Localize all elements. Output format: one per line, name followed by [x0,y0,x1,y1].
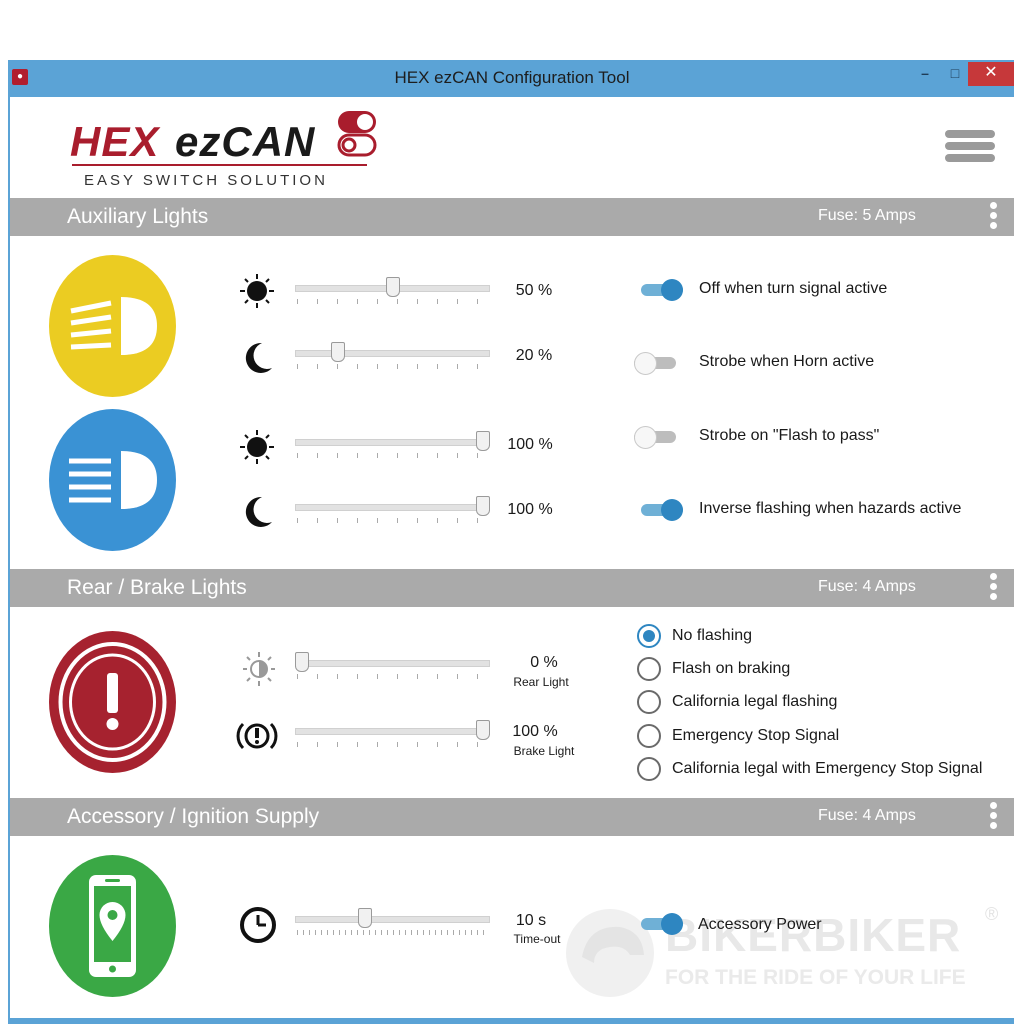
aux-light-2-icon [49,409,176,551]
half-sun-icon [243,652,275,686]
window-title: HEX ezCAN Configuration Tool [394,68,630,87]
warning-exclamation-icon [58,642,167,762]
watermark-registered: ® [985,904,999,924]
option-label: Inverse flashing when hazards active [699,500,962,517]
aux1-day-value: 50 % [515,282,553,299]
slider-thumb[interactable] [476,496,490,516]
fuse-label: Fuse: 4 Amps [818,807,916,824]
sun-icon [240,274,274,308]
logo-ezcan-text: ezCAN [175,118,316,165]
accessory-icon [49,855,176,997]
more-options-icon[interactable] [990,202,998,232]
option-label: Strobe on "Flash to pass" [699,427,880,444]
maximize-button[interactable]: □ [940,62,970,86]
section-title: Accessory / Ignition Supply [67,805,320,828]
aux2-night-value: 100 % [507,501,553,518]
radio-california-legal[interactable] [637,690,661,714]
radio-label: California legal with Emergency Stop Sig… [672,760,983,777]
aux1-night-value: 20 % [515,347,553,364]
more-options-icon[interactable] [990,802,998,832]
aux2-day-value: 100 % [507,436,553,453]
rear-light-label: Rear Light [513,675,569,689]
radio-label: No flashing [672,627,753,644]
slider-thumb[interactable] [385,277,400,297]
toggle-turn-signal[interactable] [641,279,683,301]
section-bar-accessory: Accessory / Ignition Supply Fuse: 4 Amps [10,798,1014,836]
radio-label: Flash on braking [672,660,791,677]
slider-thumb[interactable] [331,342,346,362]
logo-hex-text: HEX [70,118,160,165]
fuse-label: Fuse: 4 Amps [818,578,916,595]
timeout-slider[interactable] [295,908,490,938]
more-options-icon[interactable] [990,573,998,603]
rear-light-value: 0 % [530,654,558,671]
aux2-night-slider[interactable] [295,496,490,526]
slider-thumb[interactable] [476,720,490,740]
brake-light-label: Brake Light [513,744,575,758]
slider-thumb[interactable] [358,908,373,928]
sun-icon [240,430,274,464]
minimize-button[interactable]: – [910,62,940,86]
brake-light-value: 100 % [512,723,558,740]
logo-switch-icon [337,111,377,157]
aux2-day-slider[interactable] [295,431,490,461]
radio-no-flashing[interactable] [637,624,661,648]
rear-light-slider[interactable] [295,652,490,682]
logo-underline [72,164,367,166]
toggle-inverse-flashing[interactable] [641,499,683,521]
section-title: Rear / Brake Lights [67,576,247,599]
headlight-icon [70,297,157,355]
brake-warning-icon [236,722,278,750]
logo-tagline: EASY SWITCH SOLUTION [84,172,328,189]
radio-flash-on-braking[interactable] [637,657,661,681]
slider-thumb[interactable] [295,652,309,672]
clock-icon [240,907,276,943]
slider-thumb[interactable] [476,431,490,451]
option-label: Accessory Power [698,916,822,933]
section-bar-auxiliary: Auxiliary Lights Fuse: 5 Amps [10,198,1014,236]
section-title: Auxiliary Lights [67,205,209,228]
radio-emergency-stop[interactable] [637,724,661,748]
watermark-slogan: FOR THE RIDE OF YOUR LIFE [665,966,966,989]
option-label: Off when turn signal active [699,280,888,297]
close-button[interactable]: ✕ [968,62,1014,86]
option-label: Strobe when Horn active [699,353,875,370]
toggle-strobe-horn[interactable] [634,352,676,375]
timeout-label: Time-out [513,932,561,946]
moon-icon [245,342,272,373]
section-bar-rear-brake: Rear / Brake Lights Fuse: 4 Amps [10,569,1014,607]
toggle-strobe-flash-to-pass[interactable] [634,426,676,449]
moon-icon [245,496,272,527]
radio-label: California legal flashing [672,693,838,710]
aux1-day-slider[interactable] [295,277,490,307]
phone-location-icon [89,875,136,977]
fuse-label: Fuse: 5 Amps [818,207,916,224]
radio-california-emergency-stop[interactable] [637,757,661,781]
headlight-icon [69,451,157,509]
hamburger-icon[interactable] [945,130,995,164]
aux-light-1-icon [49,255,176,397]
toggle-accessory-power[interactable] [641,913,683,935]
timeout-value: 10 s [515,912,547,929]
aux1-night-slider[interactable] [295,342,490,372]
brake-light-icon [49,631,176,773]
radio-label: Emergency Stop Signal [672,727,840,744]
brake-light-slider[interactable] [295,720,490,750]
